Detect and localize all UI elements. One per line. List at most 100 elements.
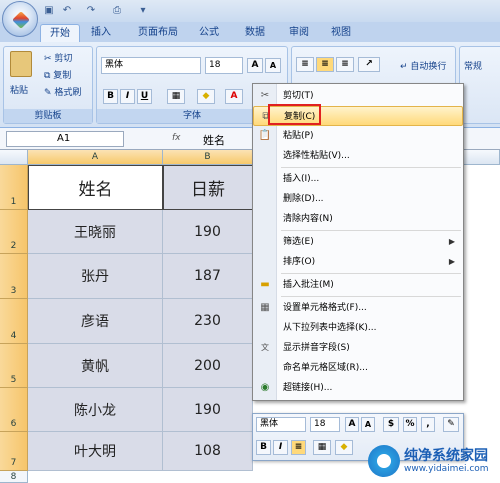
copy-button[interactable]: ⧉ 复制 bbox=[44, 68, 71, 81]
header-cell-wage[interactable]: 日薪 bbox=[163, 165, 253, 210]
mini-font-field[interactable]: 黑体 bbox=[256, 417, 306, 432]
tab-view[interactable]: 视图 bbox=[324, 24, 358, 42]
mini-format-painter-icon[interactable]: ✎ bbox=[443, 417, 459, 432]
table-cell[interactable]: 200 bbox=[163, 344, 253, 388]
format-painter-button[interactable]: ✎ 格式刷 bbox=[44, 85, 81, 98]
mini-align-center-icon[interactable]: ≡ bbox=[291, 440, 306, 455]
watermark: 纯净系统家园 www.yidaimei.com bbox=[368, 445, 496, 479]
tab-insert[interactable]: 插入 bbox=[84, 24, 118, 42]
header-cell-name[interactable]: 姓名 bbox=[28, 165, 163, 210]
row-header-7[interactable]: 7 bbox=[0, 432, 28, 471]
menu-item-cut[interactable]: ✂ 剪切(T) bbox=[253, 86, 463, 106]
mini-italic-button[interactable]: I bbox=[273, 440, 288, 455]
column-header-a[interactable]: A bbox=[28, 150, 163, 165]
wrap-text-label: 自动换行 bbox=[410, 62, 447, 72]
mini-comma-button[interactable]: , bbox=[421, 417, 435, 432]
menu-item-delete[interactable]: 删除(D)... bbox=[253, 189, 463, 209]
underline-button[interactable]: U bbox=[137, 89, 152, 104]
phonetic-icon: 文 bbox=[261, 343, 269, 352]
table-cell[interactable]: 陈小龙 bbox=[28, 388, 163, 432]
mini-grow-font-icon[interactable]: A bbox=[345, 417, 359, 432]
mini-shrink-font-icon[interactable]: A bbox=[361, 417, 375, 432]
menu-item-filter[interactable]: 筛选(E) ▶ bbox=[253, 232, 463, 252]
row-header-1[interactable]: 1 bbox=[0, 165, 28, 210]
table-cell[interactable]: 黄帆 bbox=[28, 344, 163, 388]
row-header-5[interactable]: 5 bbox=[0, 344, 28, 388]
row-header-8[interactable]: 8 bbox=[0, 471, 28, 483]
fx-icon[interactable]: fx bbox=[172, 133, 181, 143]
watermark-title: 纯净系统家园 bbox=[404, 448, 488, 464]
table-cell[interactable]: 190 bbox=[163, 210, 253, 254]
menu-item-pick-from-list[interactable]: 从下拉列表中选择(K)... bbox=[253, 318, 463, 338]
menu-separator bbox=[281, 273, 461, 274]
tab-formulas[interactable]: 公式 bbox=[192, 24, 226, 42]
paste-button[interactable]: 粘贴 bbox=[10, 83, 28, 96]
mini-bold-button[interactable]: B bbox=[256, 440, 271, 455]
row-header-2[interactable]: 2 bbox=[0, 210, 28, 254]
menu-item-name-range[interactable]: 命名单元格区域(R)... bbox=[253, 358, 463, 378]
mini-percent-button[interactable]: % bbox=[403, 417, 417, 432]
menu-separator bbox=[281, 167, 461, 168]
tab-home[interactable]: 开始 bbox=[40, 24, 80, 42]
align-bottom-icon[interactable]: ≡ bbox=[336, 57, 354, 72]
align-middle-icon[interactable]: ≡ bbox=[316, 57, 334, 72]
paste-icon: 📋 bbox=[258, 130, 272, 141]
table-cell[interactable]: 187 bbox=[163, 254, 253, 299]
name-box[interactable]: A1 bbox=[6, 131, 124, 147]
mini-fill-color-icon[interactable]: ◆ bbox=[335, 440, 353, 455]
menu-item-clear-contents[interactable]: 清除内容(N) bbox=[253, 209, 463, 229]
undo-icon[interactable]: ↶ bbox=[60, 4, 74, 17]
fill-color-icon[interactable]: ◆ bbox=[197, 89, 215, 104]
cut-button[interactable]: ✂ 剪切 bbox=[44, 51, 72, 64]
select-all-corner[interactable] bbox=[0, 150, 28, 165]
table-cell[interactable]: 张丹 bbox=[28, 254, 163, 299]
print-preview-icon[interactable]: ⎙ bbox=[110, 4, 124, 17]
menu-item-paste[interactable]: 📋 粘贴(P) bbox=[253, 126, 463, 146]
comment-icon: ▬ bbox=[260, 279, 270, 290]
table-cell[interactable]: 王晓丽 bbox=[28, 210, 163, 254]
table-cell[interactable]: 彦语 bbox=[28, 299, 163, 344]
menu-item-insert-comment[interactable]: ▬ 插入批注(M) bbox=[253, 275, 463, 295]
menu-item-sort[interactable]: 排序(O) ▶ bbox=[253, 252, 463, 272]
paste-icon[interactable] bbox=[10, 51, 32, 77]
table-cell[interactable]: 叶大明 bbox=[28, 432, 163, 471]
italic-button[interactable]: I bbox=[120, 89, 135, 104]
tab-page-layout[interactable]: 页面布局 bbox=[130, 24, 186, 42]
row-header-6[interactable]: 6 bbox=[0, 388, 28, 432]
menu-item-hyperlink[interactable]: ◉ 超链接(H)... bbox=[253, 378, 463, 398]
border-icon[interactable]: ▦ bbox=[167, 89, 185, 104]
orientation-icon[interactable]: ↗ bbox=[358, 57, 380, 72]
tab-review[interactable]: 审阅 bbox=[282, 24, 316, 42]
mini-size-field[interactable]: 18 bbox=[310, 417, 340, 432]
table-cell[interactable]: 108 bbox=[163, 432, 253, 471]
mini-currency-icon[interactable]: $ bbox=[383, 417, 399, 432]
shrink-font-button[interactable]: A bbox=[265, 58, 281, 73]
tab-data[interactable]: 数据 bbox=[238, 24, 272, 42]
dropdown-icon[interactable]: ▾ bbox=[136, 4, 150, 17]
scissors-icon: ✂ bbox=[44, 54, 55, 64]
font-size-field[interactable]: 18 bbox=[205, 57, 243, 74]
table-cell[interactable]: 190 bbox=[163, 388, 253, 432]
formula-content[interactable]: 姓名 bbox=[203, 132, 225, 148]
redo-icon[interactable]: ↷ bbox=[84, 4, 98, 17]
grow-font-button[interactable]: A bbox=[247, 58, 263, 73]
row-header-4[interactable]: 4 bbox=[0, 299, 28, 344]
row-header-3[interactable]: 3 bbox=[0, 254, 28, 299]
submenu-arrow-icon: ▶ bbox=[448, 237, 455, 246]
column-header-b[interactable]: B bbox=[163, 150, 253, 165]
bold-button[interactable]: B bbox=[103, 89, 118, 104]
office-button[interactable] bbox=[2, 1, 38, 37]
font-color-icon[interactable]: A bbox=[225, 89, 243, 104]
wrap-text-button[interactable]: ↵ 自动换行 bbox=[400, 59, 446, 72]
align-top-icon[interactable]: ≡ bbox=[296, 57, 314, 72]
font-name-field[interactable]: 黑体 bbox=[101, 57, 201, 74]
save-icon[interactable]: ▣ bbox=[42, 4, 56, 17]
table-cell[interactable]: 230 bbox=[163, 299, 253, 344]
mini-border-icon[interactable]: ▦ bbox=[313, 440, 331, 455]
number-format-field[interactable]: 常规 bbox=[464, 59, 482, 72]
menu-item-paste-special[interactable]: 选择性粘贴(V)... bbox=[253, 146, 463, 166]
menu-item-phonetic[interactable]: 文显示拼音字段(S) bbox=[253, 338, 463, 358]
menu-item-format-cells[interactable]: ▦ 设置单元格格式(F)... bbox=[253, 298, 463, 318]
menu-item-insert[interactable]: 插入(I)... bbox=[253, 169, 463, 189]
submenu-arrow-icon: ▶ bbox=[448, 257, 455, 266]
